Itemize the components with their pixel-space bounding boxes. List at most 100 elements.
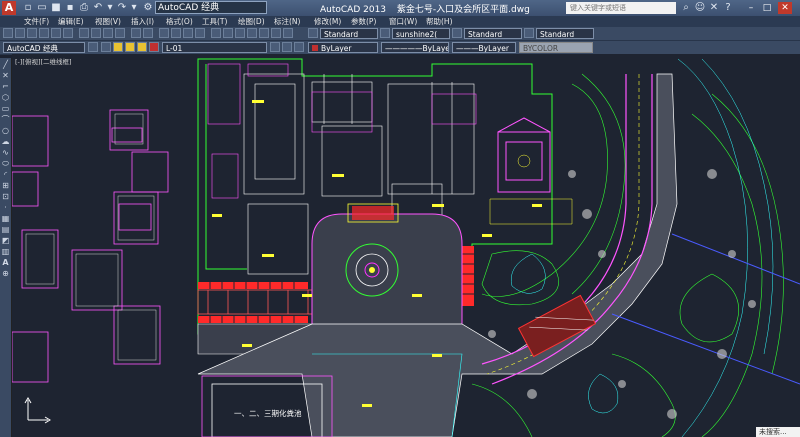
arc-icon[interactable]: ⌒ <box>1 115 10 124</box>
layer-select[interactable]: L-01 <box>162 42 267 53</box>
sheet-set-icon[interactable] <box>247 28 257 38</box>
spline-icon[interactable]: ∿ <box>1 148 10 157</box>
menu-tools[interactable]: 工具(T) <box>202 16 227 27</box>
line-icon[interactable]: ╱ <box>1 60 10 69</box>
text-style-icon[interactable] <box>308 28 318 38</box>
help-icon[interactable] <box>283 28 293 38</box>
color-select[interactable]: ByLayer <box>308 42 378 53</box>
gradient-icon[interactable]: ▤ <box>1 225 10 234</box>
multileader-style-select[interactable]: Standard <box>536 28 594 39</box>
print-icon[interactable]: ⎙ <box>78 2 90 14</box>
help-icon[interactable]: ? <box>722 2 734 14</box>
workspace-switcher[interactable]: AutoCAD 经典 <box>155 1 267 14</box>
polygon-icon[interactable]: ⬡ <box>1 93 10 102</box>
layer-state-icon[interactable] <box>294 42 304 52</box>
dim-style-icon[interactable] <box>380 28 390 38</box>
menu-view[interactable]: 视图(V) <box>95 16 121 27</box>
menu-parametric[interactable]: 参数(P) <box>351 16 376 27</box>
publish-icon[interactable] <box>63 28 73 38</box>
copy-icon[interactable] <box>91 28 101 38</box>
markup-icon[interactable] <box>259 28 269 38</box>
zoom-realtime-icon[interactable] <box>171 28 181 38</box>
exchange-icon[interactable]: ✕ <box>708 2 720 14</box>
layer-previous-icon[interactable] <box>282 42 292 52</box>
minimize-button[interactable]: – <box>744 2 758 14</box>
add-selected-icon[interactable]: ⊕ <box>1 269 10 278</box>
revcloud-icon[interactable]: ☁ <box>1 137 10 146</box>
gear-icon[interactable]: ⚙ <box>142 2 154 14</box>
menu-dimension[interactable]: 标注(N) <box>274 16 300 27</box>
make-block-icon[interactable]: ⊡ <box>1 192 10 201</box>
search-input[interactable]: 键入关键字或短语 <box>566 2 676 14</box>
match-properties-icon[interactable] <box>115 28 125 38</box>
multileader-style-icon[interactable] <box>524 28 534 38</box>
drawing-canvas[interactable]: [-][俯视][二维线框] 一、二、三期化粪池 未搜索... <box>12 54 800 437</box>
layer-lock-icon[interactable] <box>137 42 147 52</box>
menu-edit[interactable]: 编辑(E) <box>58 16 84 27</box>
plotstyle-select[interactable]: BYCOLOR <box>519 42 593 53</box>
rectangle-icon[interactable]: ▭ <box>1 104 10 113</box>
preview-icon[interactable] <box>51 28 61 38</box>
plot-icon[interactable] <box>39 28 49 38</box>
app-menu-button[interactable]: A <box>2 1 16 15</box>
construction-line-icon[interactable]: ✕ <box>1 71 10 80</box>
table-style-icon[interactable] <box>452 28 462 38</box>
properties-icon[interactable] <box>211 28 221 38</box>
layer-freeze-icon[interactable] <box>125 42 135 52</box>
hatch-icon[interactable]: ▦ <box>1 214 10 223</box>
menu-draw[interactable]: 绘图(D) <box>238 16 265 27</box>
circle-icon[interactable]: ○ <box>1 126 10 135</box>
menu-window[interactable]: 窗口(W) <box>389 16 417 27</box>
layer-color-icon[interactable] <box>149 42 159 52</box>
table-style-select[interactable]: Standard <box>464 28 522 39</box>
menu-modify[interactable]: 修改(M) <box>314 16 341 27</box>
lineweight-select[interactable]: ———ByLayer <box>452 42 516 53</box>
pan-icon[interactable] <box>159 28 169 38</box>
undo-icon[interactable]: ↶ <box>92 2 104 14</box>
workspace-select[interactable]: AutoCAD 经典 <box>3 42 85 53</box>
insert-block-icon[interactable]: ⊞ <box>1 181 10 190</box>
maximize-button[interactable]: □ <box>760 2 774 14</box>
new-icon[interactable] <box>3 28 13 38</box>
undo-icon[interactable] <box>131 28 141 38</box>
ellipse-arc-icon[interactable]: ◜ <box>1 170 10 179</box>
save-as-icon[interactable]: ▪ <box>64 2 76 14</box>
point-icon[interactable]: · <box>1 203 10 212</box>
table-icon[interactable]: ▥ <box>1 247 10 256</box>
zoom-window-icon[interactable] <box>183 28 193 38</box>
menu-file[interactable]: 文件(F) <box>24 16 49 27</box>
layer-properties-icon[interactable] <box>101 42 111 52</box>
linetype-select[interactable]: —————ByLayer <box>381 42 449 53</box>
redo-icon[interactable] <box>143 28 153 38</box>
open-icon[interactable] <box>15 28 25 38</box>
zoom-previous-icon[interactable] <box>195 28 205 38</box>
menu-insert[interactable]: 插入(I) <box>131 16 154 27</box>
paste-icon[interactable] <box>103 28 113 38</box>
save-icon[interactable] <box>27 28 37 38</box>
make-current-layer-icon[interactable] <box>270 42 280 52</box>
redo-icon[interactable]: ↷ <box>116 2 128 14</box>
redo-dropdown-icon[interactable]: ▾ <box>128 2 140 14</box>
user-icon[interactable]: ☺ <box>694 2 706 14</box>
close-button[interactable]: ✕ <box>778 2 792 14</box>
undo-dropdown-icon[interactable]: ▾ <box>104 2 116 14</box>
workspace-settings-icon[interactable] <box>88 42 98 52</box>
menu-help[interactable]: 帮助(H) <box>426 16 453 27</box>
layer-on-icon[interactable] <box>113 42 123 52</box>
save-icon[interactable]: ■ <box>50 2 62 14</box>
open-icon[interactable]: ▭ <box>36 2 48 14</box>
ellipse-icon[interactable]: ⬭ <box>1 159 10 168</box>
viewport-controls[interactable]: [-][俯视][二维线框] <box>15 56 72 66</box>
cut-icon[interactable] <box>79 28 89 38</box>
polyline-icon[interactable]: ⌐ <box>1 82 10 91</box>
text-style-select[interactable]: Standard <box>320 28 378 39</box>
status-badge[interactable]: 未搜索... <box>756 427 800 437</box>
menu-format[interactable]: 格式(O) <box>166 16 193 27</box>
search-icon[interactable]: ⌕ <box>680 2 692 14</box>
region-icon[interactable]: ◩ <box>1 236 10 245</box>
design-center-icon[interactable] <box>223 28 233 38</box>
new-icon[interactable]: ▫ <box>22 2 34 14</box>
multiline-text-icon[interactable]: A <box>1 258 10 267</box>
tool-palettes-icon[interactable] <box>235 28 245 38</box>
quickcalc-icon[interactable] <box>271 28 281 38</box>
